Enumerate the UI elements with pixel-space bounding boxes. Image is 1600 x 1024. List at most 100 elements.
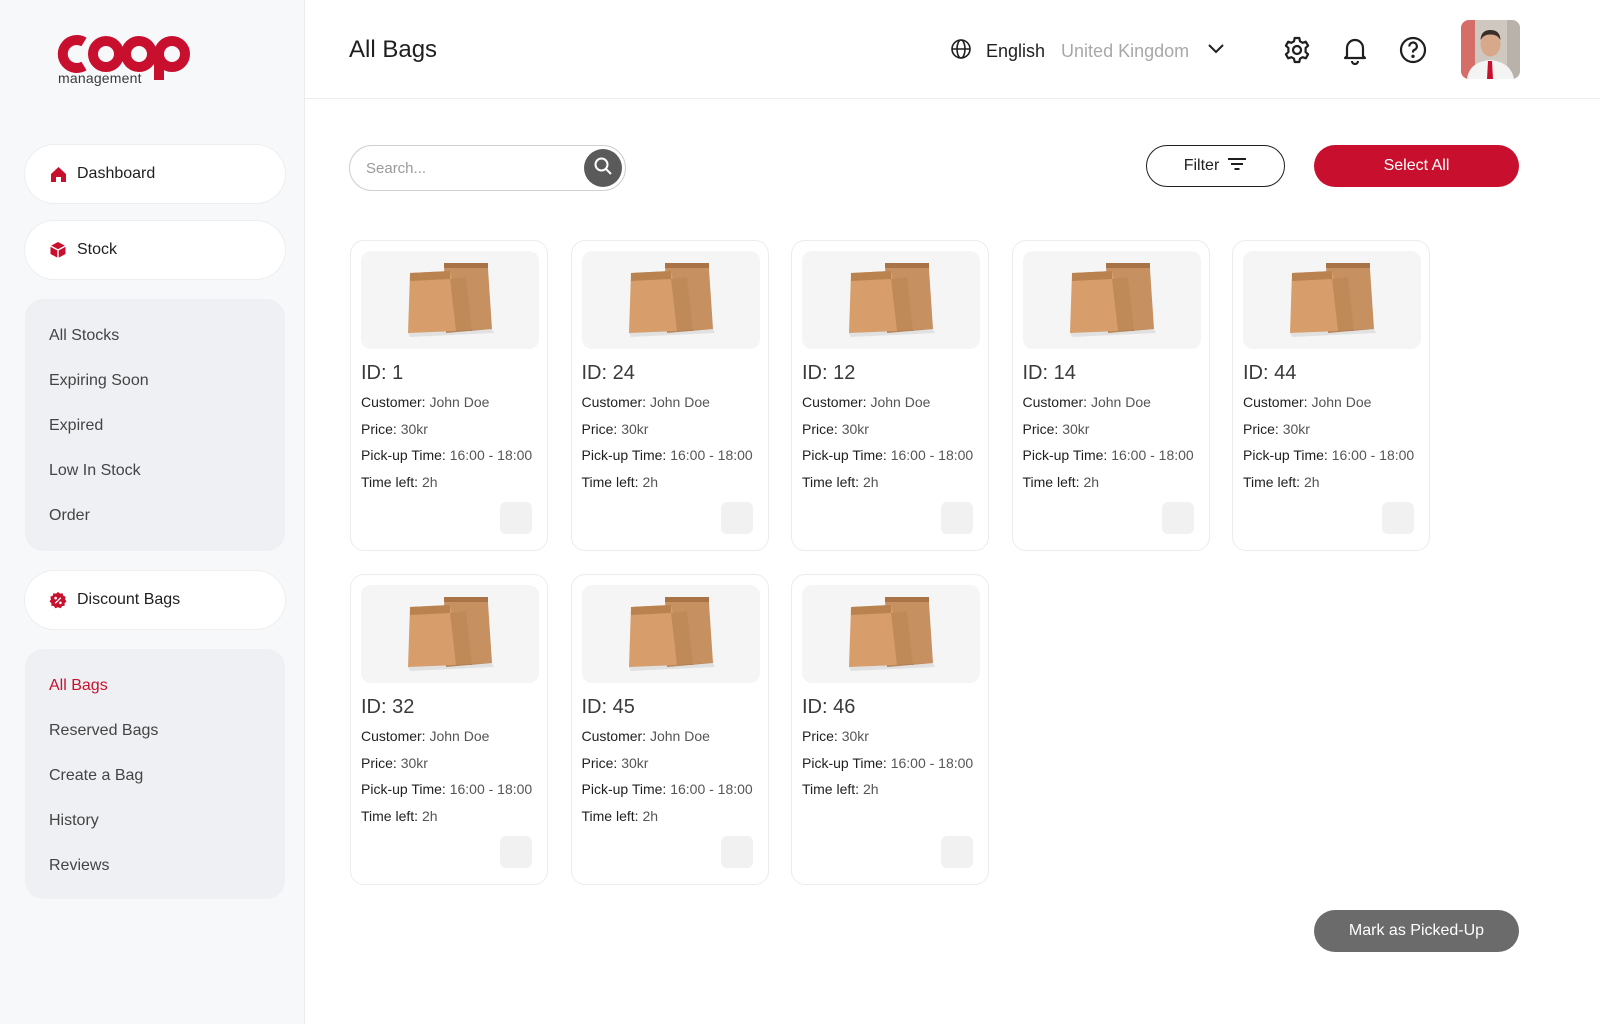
chevron-down-icon[interactable] <box>1207 42 1225 60</box>
price-value: 30kr <box>841 420 869 437</box>
bag-select-checkbox[interactable] <box>941 836 973 868</box>
price-row: Price: 30kr <box>802 419 988 446</box>
bag-select-checkbox[interactable] <box>500 836 532 868</box>
stock-submenu: All Stocks Expiring Soon Expired Low In … <box>25 299 285 551</box>
top-header: All Bags English United Kingdom <box>305 0 1600 99</box>
nav-stock[interactable]: Stock <box>25 221 285 279</box>
price-value: 30kr <box>400 754 428 771</box>
bag-info: Customer: John Doe Price: 30kr Pick-up Tim… <box>582 726 768 832</box>
price-value: 30kr <box>621 754 649 771</box>
time-left-value: 2h <box>642 473 659 490</box>
bag-id: ID: 14 <box>1022 362 1076 384</box>
price-value: 30kr <box>1062 420 1090 437</box>
time-left-label: Time left: <box>361 807 419 824</box>
time-left-value: 2h <box>1083 473 1100 490</box>
bag-select-checkbox[interactable] <box>1382 502 1414 534</box>
paper-bag-icon <box>1284 259 1380 342</box>
pickup-label: Pick-up Time: <box>1243 447 1328 463</box>
price-value: 30kr <box>841 728 869 744</box>
bag-image <box>581 585 760 683</box>
price-label: Price: <box>1243 420 1279 437</box>
coop-logo[interactable]: management <box>48 30 198 90</box>
bag-select-checkbox[interactable] <box>720 836 753 868</box>
pickup-row: Pick-up Time: 16:00 - 18:00 <box>1023 445 1209 472</box>
nav-discount-bags[interactable]: Discount Bags <box>25 571 285 629</box>
bag-card[interactable]: ID: 12 Customer: John Doe Price: 30kr Pick-… <box>791 240 989 551</box>
time-left-row: Time left: 2h <box>802 779 988 806</box>
sidebar-item-history[interactable]: History <box>25 798 285 843</box>
nav-stock-label: Stock <box>77 241 118 258</box>
price-row: Price: 30kr <box>361 419 547 446</box>
avatar[interactable] <box>1461 20 1520 79</box>
search-box <box>349 145 626 191</box>
bag-info: Price: 30kr Pick-up Time: 16:00 - 18:00 Ti… <box>802 726 988 806</box>
filter-button-label: Filter <box>1183 157 1220 174</box>
bag-image <box>361 585 539 683</box>
price-label: Price: <box>361 754 397 771</box>
sidebar-item-reserved-bags[interactable]: Reserved Bags <box>25 708 285 753</box>
region-label: United Kingdom <box>1061 40 1190 61</box>
customer-value: John Doe <box>429 394 490 410</box>
search-input[interactable] <box>366 156 566 180</box>
bag-id: ID: 1 <box>361 362 404 384</box>
time-left-label: Time left: <box>581 473 639 490</box>
bag-card[interactable]: ID: 32 Customer: John Doe Price: 30kr Pick-… <box>350 574 548 885</box>
paper-bag-icon <box>843 259 939 342</box>
pickup-label: Pick-up Time: <box>361 781 446 797</box>
price-label: Price: <box>802 728 838 744</box>
price-row: Price: 30kr <box>582 419 768 446</box>
time-left-label: Time left: <box>1022 473 1080 490</box>
gear-icon[interactable] <box>1282 35 1312 65</box>
bell-icon[interactable] <box>1340 35 1370 66</box>
sidebar-item-all-bags[interactable]: All Bags <box>25 663 285 708</box>
bag-id: ID: 24 <box>581 362 635 384</box>
pickup-value: 16:00 - 18:00 <box>670 447 753 463</box>
bag-image <box>802 585 980 683</box>
language-selector[interactable]: English United Kingdom <box>950 38 1225 64</box>
bag-select-checkbox[interactable] <box>1161 502 1194 534</box>
time-left-value: 2h <box>421 807 438 824</box>
customer-value: John Doe <box>649 394 710 410</box>
help-icon[interactable] <box>1398 35 1428 65</box>
bag-id: ID: 32 <box>361 696 415 718</box>
bag-card[interactable]: ID: 44 Customer: John Doe Price: 30kr Pick-… <box>1232 240 1430 551</box>
bag-card[interactable]: ID: 14 Customer: John Doe Price: 30kr Pick-… <box>1011 240 1210 551</box>
sidebar-item-expiring-soon[interactable]: Expiring Soon <box>25 358 285 403</box>
bag-card[interactable]: ID: 45 Customer: John Doe Price: 30kr Pick-… <box>570 574 769 885</box>
price-label: Price: <box>581 420 618 437</box>
bag-card[interactable]: ID: 24 Customer: John Doe Price: 30kr Pick-… <box>570 240 769 551</box>
pickup-value: 16:00 - 18:00 <box>890 754 974 771</box>
time-left-value: 2h <box>862 473 879 490</box>
bag-card[interactable]: ID: 1 Customer: John Doe Price: 30kr Pick-u… <box>350 240 548 551</box>
paper-bag-icon <box>402 259 498 342</box>
mark-picked-up-button[interactable]: Mark as Picked-Up <box>1314 910 1519 952</box>
price-row: Price: 30kr <box>361 753 547 780</box>
select-all-button[interactable]: Select All <box>1314 145 1519 187</box>
bag-image <box>581 251 760 349</box>
bag-info: Customer: John Doe Price: 30kr Pick-up Tim… <box>802 392 988 498</box>
nav-dashboard[interactable]: Dashboard <box>25 145 285 203</box>
sidebar-item-expired[interactable]: Expired <box>25 403 285 448</box>
pickup-value: 16:00 - 18:00 <box>1331 447 1415 463</box>
time-left-row: Time left: 2h <box>1023 472 1209 499</box>
time-left-label: Time left: <box>581 807 639 824</box>
nav-dashboard-label: Dashboard <box>77 165 156 182</box>
filter-button[interactable]: Filter <box>1146 145 1285 187</box>
paper-bag-icon <box>623 259 719 342</box>
sidebar-item-reviews[interactable]: Reviews <box>25 843 285 888</box>
price-value: 30kr <box>400 420 428 437</box>
bag-select-checkbox[interactable] <box>941 502 973 534</box>
sidebar-item-low-in-stock[interactable]: Low In Stock <box>25 448 285 493</box>
customer-value: John Doe <box>649 728 710 744</box>
time-left-label: Time left: <box>802 781 860 797</box>
bag-id: ID: 45 <box>581 696 635 718</box>
bag-select-checkbox[interactable] <box>720 502 753 534</box>
sidebar-item-all-stocks[interactable]: All Stocks <box>25 313 285 358</box>
sidebar-item-create-a-bag[interactable]: Create a Bag <box>25 753 285 798</box>
pickup-row: Pick-up Time: 16:00 - 18:00 <box>361 779 547 806</box>
bag-select-checkbox[interactable] <box>500 502 532 534</box>
sidebar-item-order[interactable]: Order <box>25 493 285 538</box>
time-left-value: 2h <box>1303 473 1320 490</box>
search-button[interactable] <box>584 149 622 187</box>
bag-card[interactable]: ID: 46 Price: 30kr Pick-up Time: 16:00 - 1… <box>791 574 989 885</box>
